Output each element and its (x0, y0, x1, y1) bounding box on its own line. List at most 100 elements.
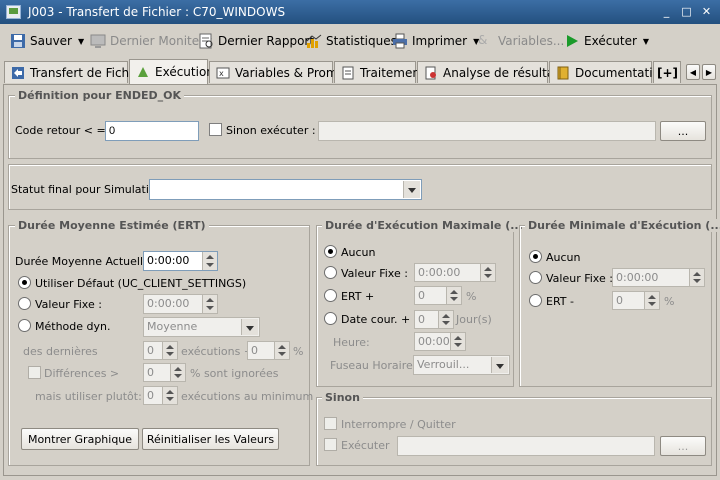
use-rather-label: mais utiliser plutôt: (35, 390, 142, 403)
tab-variables-prompts[interactable]: x Variables & Prompts (209, 61, 356, 83)
last-runs-value: 0 (147, 344, 154, 357)
ert-fixed-radio[interactable] (18, 297, 31, 310)
variables-tab-icon: x (216, 66, 230, 80)
max-date-input[interactable]: 0 (414, 310, 454, 329)
tab-file-transfer[interactable]: Transfert de Fichier (4, 61, 145, 83)
else-run-input[interactable] (397, 436, 655, 456)
chart-icon (306, 33, 322, 49)
execute-button[interactable]: Exécuter ▼ (564, 30, 649, 52)
toolbar: Sauver ▼ Dernier Moniteur Dernier Rapport… (0, 27, 720, 55)
tab-label: Traitement (360, 65, 425, 80)
save-button[interactable]: Sauver ▼ (10, 30, 84, 52)
else-run-label: Exécuter (341, 439, 390, 452)
max-ert-radio[interactable] (324, 289, 337, 302)
min-fixed-radio[interactable] (529, 271, 542, 284)
tab-label: Analyse de résultats (443, 65, 566, 80)
close-button[interactable]: ✕ (700, 5, 713, 18)
tab-label: Transfert de Fichier (30, 65, 145, 80)
else-execute-checkbox[interactable] (209, 123, 222, 136)
execute-dropdown-icon[interactable]: ▼ (643, 37, 649, 46)
last-report-button[interactable]: Dernier Rapport (198, 30, 314, 52)
statistics-button[interactable]: Statistiques (306, 30, 397, 52)
min-executions-label: exécutions au minimum (181, 390, 314, 403)
spinner-icon[interactable] (162, 387, 177, 404)
chevron-down-icon[interactable] (403, 181, 420, 198)
chevron-down-icon[interactable] (241, 319, 258, 335)
last-runs-input[interactable]: 0 (143, 341, 178, 360)
percent-input[interactable]: 0 (247, 341, 290, 360)
else-execute-input[interactable] (318, 121, 656, 141)
ert-fixed-input[interactable]: 0:00:00 (143, 294, 218, 314)
min-ert-value: 0 (616, 294, 623, 307)
tab-execution[interactable]: Exécution (129, 59, 214, 84)
return-code-input[interactable] (105, 121, 199, 141)
min-ert-input[interactable]: 0 (612, 291, 660, 310)
else-run-checkbox[interactable] (324, 438, 337, 451)
spinner-icon[interactable] (170, 364, 185, 381)
else-browse-button[interactable]: ... (660, 121, 706, 141)
tab-documentation[interactable]: Documentation (549, 61, 668, 83)
current-average-input[interactable]: 0:00:00 (143, 251, 218, 271)
final-status-select[interactable] (149, 179, 422, 200)
tab-scroll-right-icon[interactable]: ▶ (702, 64, 716, 80)
max-fixed-input[interactable]: 0:00:00 (414, 263, 496, 282)
report-icon (198, 33, 214, 49)
hour-input[interactable]: 00:00 (414, 332, 466, 351)
max-date-radio[interactable] (324, 312, 337, 325)
spinner-icon[interactable] (438, 311, 453, 328)
spinner-icon[interactable] (446, 287, 461, 304)
min-fixed-input[interactable]: 0:00:00 (612, 268, 705, 287)
reset-values-button[interactable]: Réinitialiser les Valeurs (142, 428, 279, 450)
save-dropdown-icon[interactable]: ▼ (78, 37, 84, 46)
dynamic-method-select[interactable]: Moyenne (143, 317, 260, 337)
spinner-icon[interactable] (202, 252, 217, 270)
abort-label: Interrompre / Quitter (341, 418, 456, 431)
printer-icon (392, 33, 408, 49)
min-runtime-title: Durée Minimale d'Exécution (... (525, 219, 720, 232)
use-default-radio[interactable] (18, 276, 31, 289)
max-none-radio[interactable] (324, 245, 337, 258)
tab-add[interactable]: [+] (653, 61, 681, 83)
min-ert-radio[interactable] (529, 294, 542, 307)
abort-checkbox[interactable] (324, 417, 337, 430)
max-runtime-title: Durée d'Exécution Maximale (... (322, 219, 526, 232)
spinner-icon[interactable] (689, 269, 704, 286)
chevron-down-icon[interactable] (491, 357, 508, 373)
else-run-browse-button[interactable]: ... (660, 436, 706, 456)
analysis-icon (424, 66, 438, 80)
use-rather-input[interactable]: 0 (143, 386, 178, 405)
spinner-icon[interactable] (480, 264, 495, 281)
dynamic-method-radio[interactable] (18, 319, 31, 332)
max-none-label: Aucun (341, 246, 376, 259)
tab-result-analysis[interactable]: Analyse de résultats (417, 61, 565, 83)
spinner-icon[interactable] (644, 292, 659, 309)
spinner-icon[interactable] (202, 295, 217, 313)
tab-scroll-left-icon[interactable]: ◀ (686, 64, 700, 80)
show-graph-button[interactable]: Montrer Graphique (21, 428, 139, 450)
max-ert-input[interactable]: 0 (414, 286, 462, 305)
title-bar: J003 - Transfert de Fichier : C70_WINDOW… (0, 0, 720, 24)
ert-fixed-value: 0:00:00 (147, 297, 190, 310)
spinner-icon[interactable] (274, 342, 289, 359)
timezone-select[interactable]: Verrouil... (413, 355, 510, 375)
spinner-icon[interactable] (162, 342, 177, 359)
print-button[interactable]: Imprimer ▼ (392, 30, 479, 52)
max-date-label: Date cour. + (341, 313, 411, 326)
tab-processing[interactable]: Traitement (334, 61, 425, 83)
min-ert-label: ERT - (546, 295, 574, 308)
minimize-button[interactable]: _ (660, 5, 673, 18)
last-runs-label: des dernières (23, 345, 98, 358)
min-none-radio[interactable] (529, 250, 542, 263)
statistics-label: Statistiques (326, 34, 397, 48)
differences-input[interactable]: 0 (143, 363, 186, 382)
spinner-icon[interactable] (450, 333, 465, 350)
differences-checkbox[interactable] (28, 366, 41, 379)
window-title: J003 - Transfert de Fichier : C70_WINDOW… (28, 5, 286, 19)
maximize-button[interactable]: □ (680, 5, 693, 18)
percent-sign: % (293, 345, 304, 358)
max-fixed-radio[interactable] (324, 266, 337, 279)
save-label: Sauver (30, 34, 72, 48)
current-average-label: Durée Moyenne Actuelle: (15, 255, 154, 268)
use-rather-value: 0 (147, 389, 154, 402)
hour-value: 00:00 (418, 335, 450, 348)
